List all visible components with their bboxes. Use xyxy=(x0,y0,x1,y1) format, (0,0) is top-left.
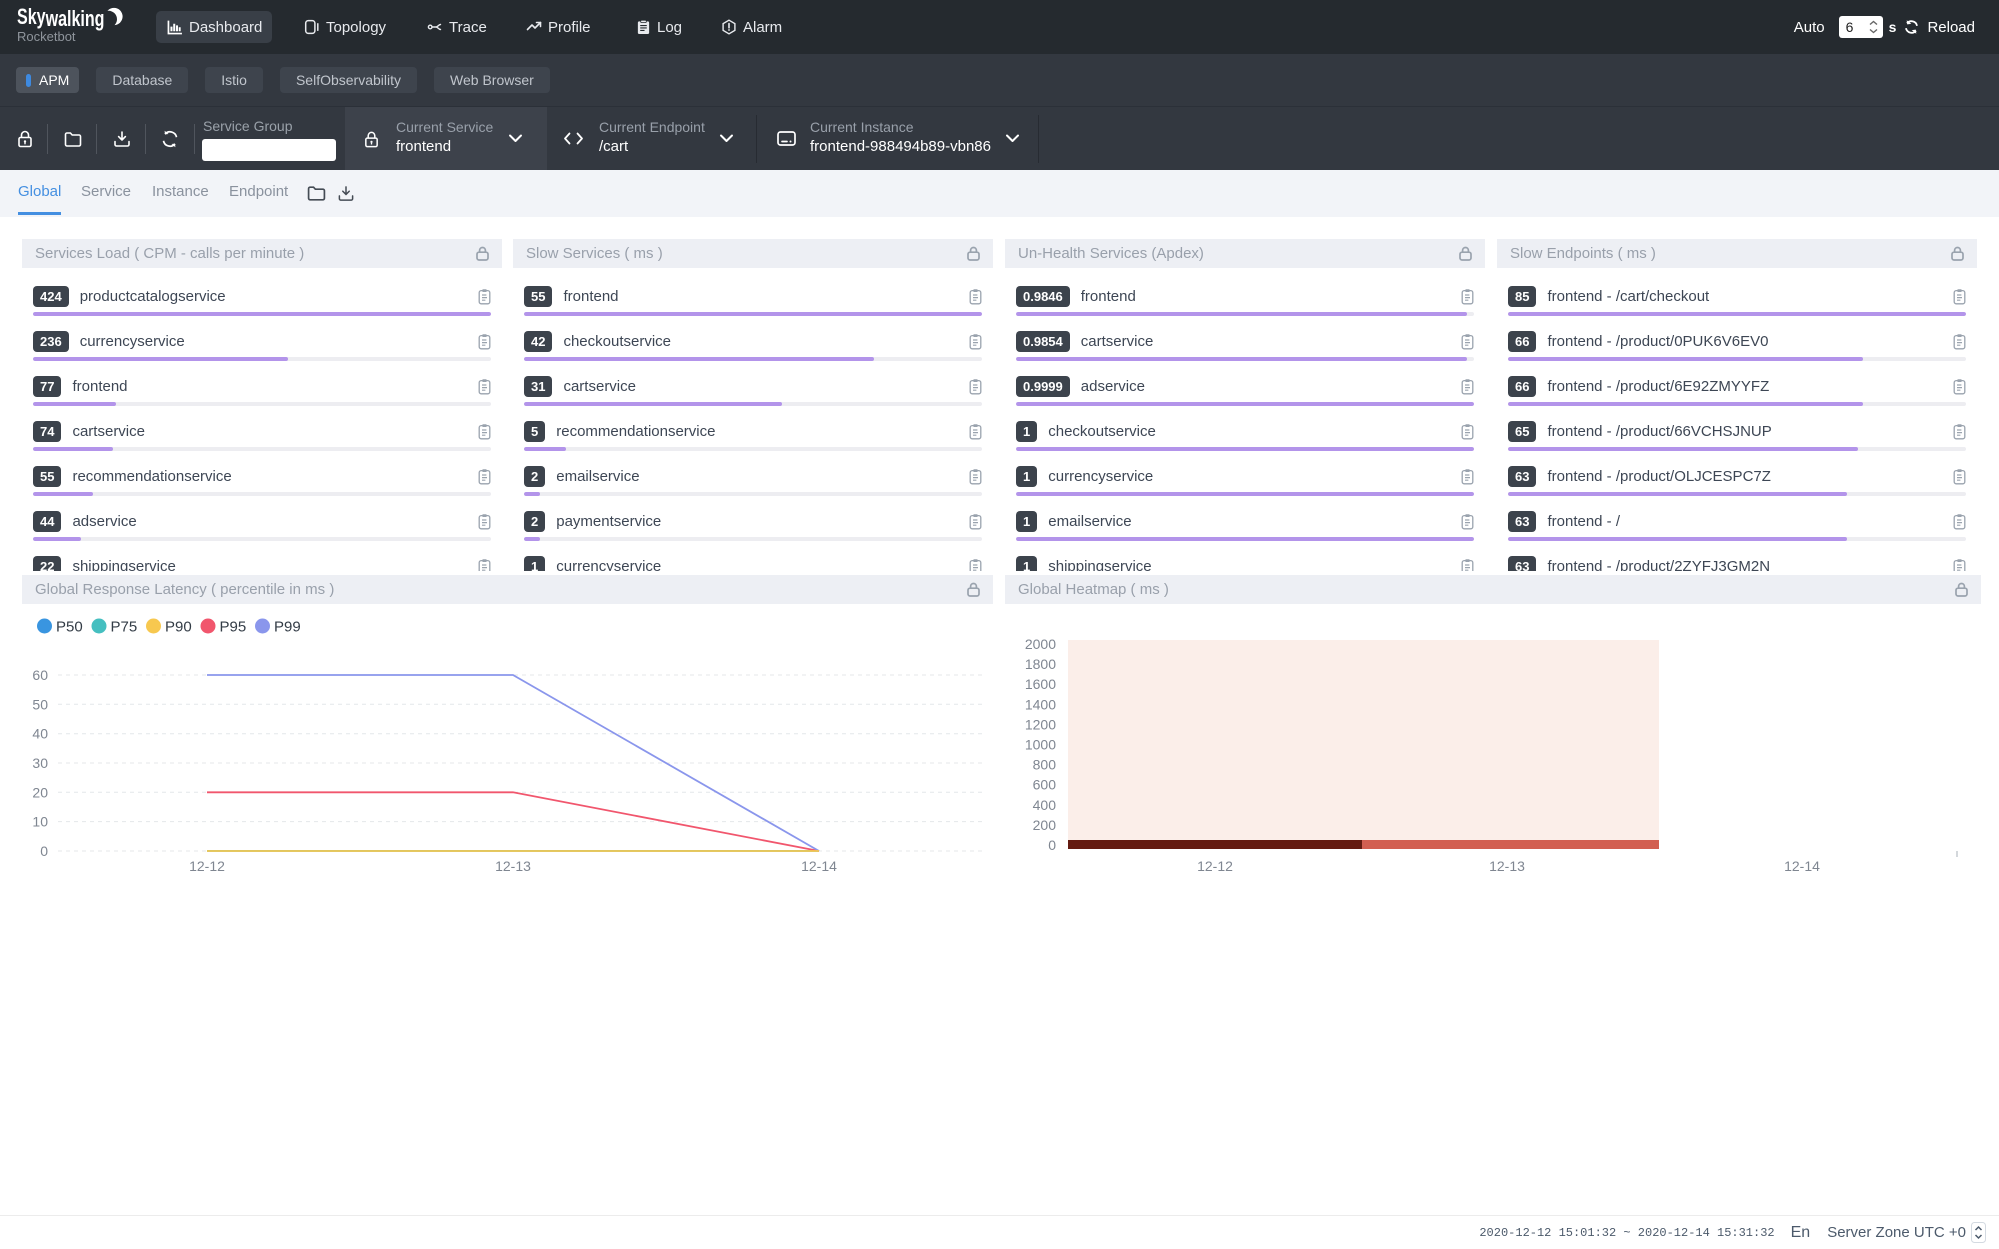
svg-text:600: 600 xyxy=(1033,777,1057,793)
svg-text:P75: P75 xyxy=(111,619,138,636)
svg-text:1600: 1600 xyxy=(1025,676,1056,692)
svg-text:0: 0 xyxy=(1048,837,1056,853)
svg-text:0: 0 xyxy=(40,843,48,859)
svg-text:12-13: 12-13 xyxy=(495,858,531,874)
svg-text:12-14: 12-14 xyxy=(801,858,837,874)
svg-text:P50: P50 xyxy=(56,619,83,636)
svg-text:1400: 1400 xyxy=(1025,696,1056,712)
svg-text:12-12: 12-12 xyxy=(1197,858,1233,874)
svg-text:60: 60 xyxy=(32,667,48,683)
svg-text:P90: P90 xyxy=(165,619,192,636)
svg-text:1200: 1200 xyxy=(1025,716,1056,732)
svg-text:P99: P99 xyxy=(274,619,301,636)
svg-text:12-12: 12-12 xyxy=(189,858,225,874)
svg-text:12-13: 12-13 xyxy=(1489,858,1525,874)
svg-text:10: 10 xyxy=(32,814,48,830)
svg-text:12-14: 12-14 xyxy=(1784,858,1820,874)
svg-text:400: 400 xyxy=(1033,797,1057,813)
svg-text:40: 40 xyxy=(32,726,48,742)
svg-text:800: 800 xyxy=(1033,757,1057,773)
svg-text:1000: 1000 xyxy=(1025,737,1056,753)
svg-text:2000: 2000 xyxy=(1025,636,1056,652)
svg-text:P95: P95 xyxy=(220,619,247,636)
svg-text:200: 200 xyxy=(1033,817,1057,833)
svg-text:20: 20 xyxy=(32,784,48,800)
svg-text:50: 50 xyxy=(32,696,48,712)
svg-text:1800: 1800 xyxy=(1025,656,1056,672)
svg-text:30: 30 xyxy=(32,755,48,771)
